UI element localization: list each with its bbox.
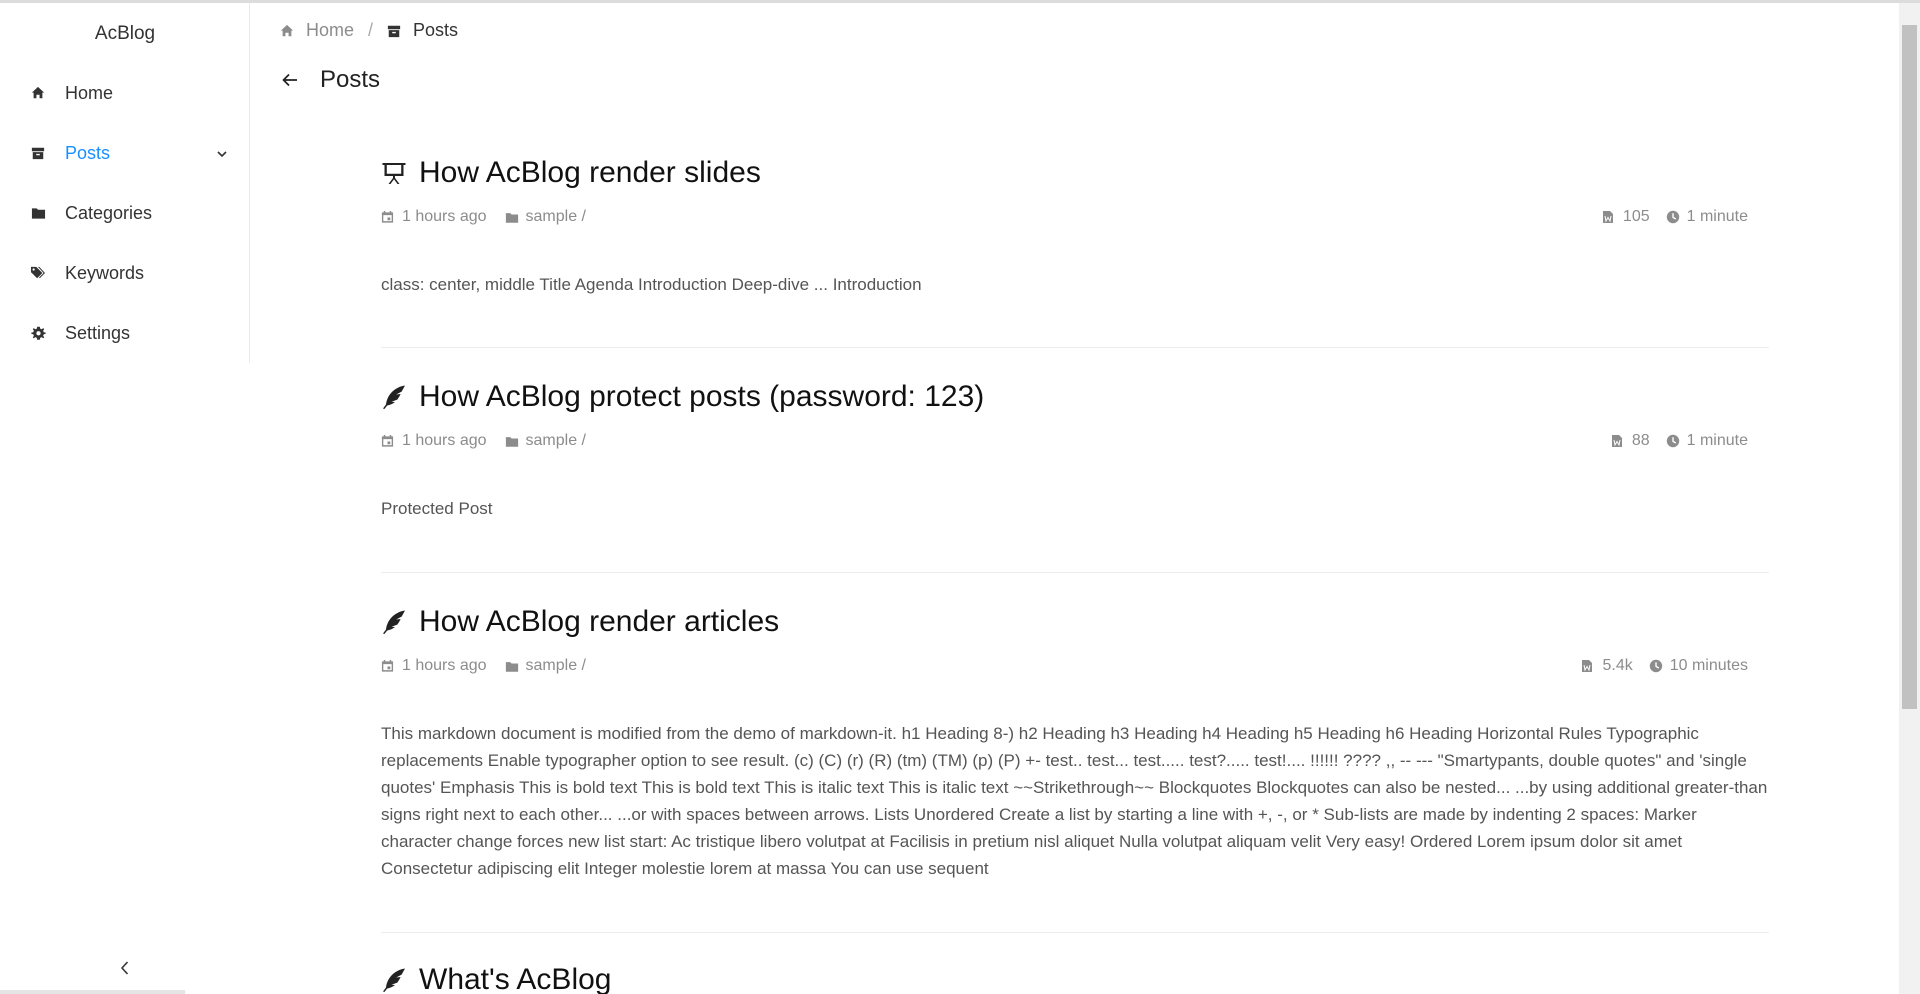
folder-icon	[505, 210, 519, 224]
folder-icon	[505, 434, 519, 448]
folder-icon	[505, 659, 519, 673]
home-icon	[280, 23, 296, 39]
post-word-count: 5.4k	[1602, 657, 1633, 674]
horizontal-scrollbar[interactable]	[0, 990, 185, 994]
sidebar-item-label: Categories	[65, 202, 153, 223]
sidebar-item-label: Home	[65, 82, 114, 103]
breadcrumb: Home / Posts	[280, 20, 458, 41]
post-time: 1 hours ago	[402, 432, 487, 449]
sidebar: AcBlog Home Posts Categories Keywords Se…	[0, 3, 250, 994]
presentation-icon	[381, 160, 407, 186]
clock-icon	[1666, 210, 1680, 224]
post-meta: 1 hours ago sample /	[381, 657, 586, 675]
post-time: 1 hours ago	[402, 657, 487, 674]
feather-icon	[381, 609, 407, 635]
calendar-icon	[381, 434, 395, 448]
archive-icon	[30, 145, 46, 161]
file-word-icon	[1581, 659, 1595, 673]
post-category[interactable]: sample /	[526, 657, 586, 675]
feather-icon	[381, 967, 407, 993]
home-icon	[30, 85, 46, 101]
post-summary: class: center, middle Title Agenda Intro…	[381, 275, 922, 294]
post-title[interactable]: How AcBlog render articles	[381, 605, 1769, 639]
breadcrumb-current: Posts	[387, 20, 458, 41]
post-stats: 5.4k 10 minutes	[1581, 657, 1748, 675]
post-title-text: How AcBlog render slides	[419, 156, 761, 189]
post-stats: 105 1 minute	[1602, 208, 1748, 226]
post-read-time: 10 minutes	[1669, 657, 1748, 674]
post-time: 1 hours ago	[402, 208, 487, 225]
gear-icon	[30, 325, 46, 341]
post-title[interactable]: What's AcBlog	[381, 963, 1769, 994]
sidebar-divider	[249, 3, 250, 363]
sidebar-item-keywords[interactable]: Keywords	[0, 243, 249, 303]
post-word-count: 88	[1631, 432, 1650, 449]
post-title-text: How AcBlog render articles	[419, 605, 780, 638]
post-item: How AcBlog protect posts (password: 123)…	[381, 380, 1769, 573]
post-divider	[381, 347, 1769, 348]
post-summary: Protected Post	[381, 499, 493, 518]
sidebar-item-label: Settings	[65, 322, 131, 343]
sidebar-item-home[interactable]: Home	[0, 63, 249, 123]
chevron-down-icon[interactable]	[215, 145, 229, 159]
feather-icon	[381, 384, 407, 410]
sidebar-item-categories[interactable]: Categories	[0, 183, 249, 243]
post-title[interactable]: How AcBlog protect posts (password: 123)	[381, 380, 1769, 414]
sidebar-collapse-button[interactable]	[110, 955, 140, 985]
window-top-border	[0, 0, 1920, 3]
file-word-icon	[1602, 210, 1616, 224]
clock-icon	[1649, 659, 1663, 673]
post-title[interactable]: How AcBlog render slides	[381, 156, 1769, 190]
post-item: How AcBlog render articles 1 hours ago s…	[381, 605, 1769, 933]
post-title-text: How AcBlog protect posts (password: 123)	[419, 380, 985, 413]
post-divider	[381, 572, 1769, 573]
sidebar-menu: Home Posts Categories Keywords Settings	[0, 63, 249, 363]
scrollbar-thumb[interactable]	[1902, 25, 1917, 709]
post-category[interactable]: sample /	[526, 208, 586, 226]
vertical-scrollbar[interactable]	[1899, 3, 1920, 994]
clock-icon	[1666, 434, 1680, 448]
post-word-count: 105	[1622, 208, 1650, 225]
breadcrumb-home-label: Home	[306, 20, 355, 40]
sidebar-item-label: Keywords	[65, 262, 145, 283]
sidebar-item-settings[interactable]: Settings	[0, 303, 249, 363]
page-header: Posts	[280, 66, 380, 94]
post-read-time: 1 minute	[1686, 208, 1748, 225]
brand-title[interactable]: AcBlog	[0, 23, 250, 45]
post-item: What's AcBlog	[381, 963, 1769, 994]
sidebar-item-label: Posts	[65, 142, 111, 163]
calendar-icon	[381, 210, 395, 224]
post-meta: 1 hours ago sample /	[381, 432, 586, 450]
post-read-time: 1 minute	[1686, 432, 1748, 449]
post-meta: 1 hours ago sample /	[381, 208, 586, 226]
post-divider	[381, 932, 1769, 933]
post-summary: This markdown document is modified from …	[381, 724, 1768, 878]
file-word-icon	[1611, 434, 1625, 448]
post-stats: 88 1 minute	[1611, 432, 1748, 450]
breadcrumb-separator: /	[368, 20, 374, 40]
archive-icon	[387, 23, 403, 39]
breadcrumb-home[interactable]: Home	[280, 20, 354, 41]
back-button[interactable]	[280, 70, 300, 90]
breadcrumb-current-label: Posts	[413, 20, 459, 40]
post-item: How AcBlog render slides 1 hours ago sam…	[381, 156, 1769, 348]
page-title: Posts	[320, 66, 381, 93]
arrow-left-icon	[282, 73, 297, 87]
chevron-left-icon	[118, 960, 132, 981]
folder-icon	[30, 205, 46, 221]
sidebar-item-posts[interactable]: Posts	[0, 123, 249, 183]
tags-icon	[30, 265, 46, 281]
post-category[interactable]: sample /	[526, 432, 586, 450]
calendar-icon	[381, 659, 395, 673]
post-title-text: What's AcBlog	[419, 963, 612, 994]
